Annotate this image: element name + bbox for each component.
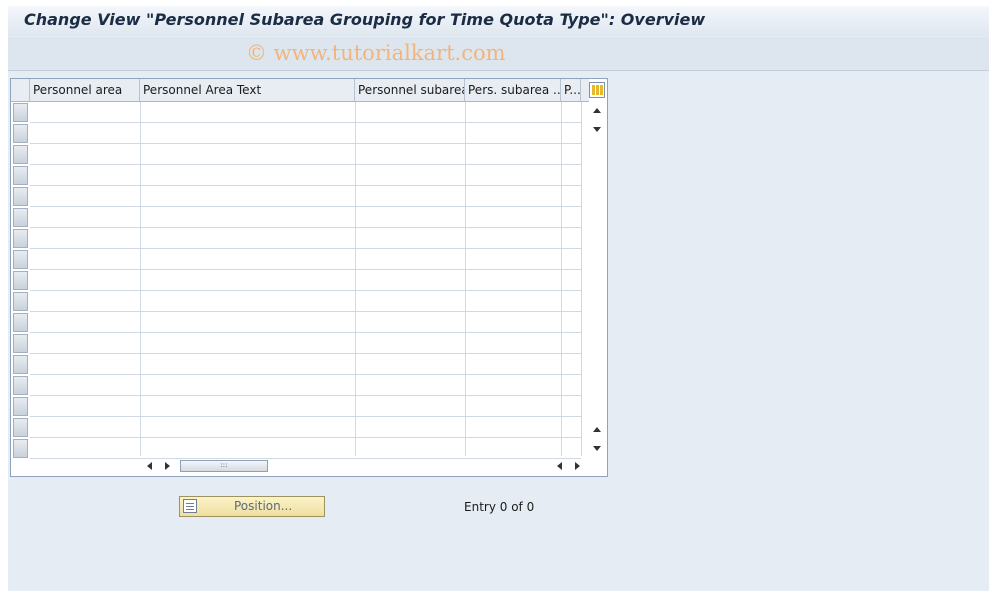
table-control: Personnel area Personnel Area Text Perso… (10, 78, 608, 477)
column-header-personnel-subarea[interactable]: Personnel subarea (355, 79, 465, 101)
row-selector[interactable] (13, 313, 28, 332)
sap-window: Change View "Personnel Subarea Grouping … (8, 6, 989, 591)
row-selector[interactable] (13, 397, 28, 416)
table-row[interactable] (30, 144, 581, 165)
table-row[interactable] (30, 228, 581, 249)
column-header-personnel-area-text[interactable]: Personnel Area Text (140, 79, 355, 101)
table-row[interactable] (30, 375, 581, 396)
column-divider (465, 102, 466, 456)
row-selector[interactable] (13, 124, 28, 143)
scroll-line-down-icon[interactable] (593, 127, 601, 132)
entry-counter: Entry 0 of 0 (464, 500, 535, 514)
scroll-end-right-icon[interactable] (575, 462, 580, 470)
column-header-pers-subarea-grouping[interactable]: Pers. subarea ... (465, 79, 561, 101)
row-selector[interactable] (13, 334, 28, 353)
scroll-end-left-icon[interactable] (557, 462, 562, 470)
row-selector[interactable] (13, 271, 28, 290)
position-icon (183, 499, 197, 513)
horizontal-scrollbar[interactable]: ::: (141, 458, 591, 474)
column-divider (355, 102, 356, 456)
scroll-right-icon[interactable] (165, 462, 170, 470)
table-row[interactable] (30, 312, 581, 333)
table-row[interactable] (30, 186, 581, 207)
scroll-left-icon[interactable] (147, 462, 152, 470)
table-header: Personnel area Personnel Area Text Perso… (11, 79, 589, 102)
row-selector[interactable] (13, 292, 28, 311)
select-all-cell[interactable] (11, 79, 30, 101)
row-selector[interactable] (13, 229, 28, 248)
position-button[interactable]: Position... (179, 496, 325, 517)
table-row[interactable] (30, 438, 581, 459)
watermark-text: © www.tutorialkart.com (246, 41, 506, 65)
table-row[interactable] (30, 396, 581, 417)
horizontal-scroll-thumb[interactable]: ::: (180, 460, 268, 472)
table-row[interactable] (30, 207, 581, 228)
table-row[interactable] (30, 249, 581, 270)
table-row[interactable] (30, 270, 581, 291)
row-selector[interactable] (13, 250, 28, 269)
vertical-scrollbar[interactable] (589, 102, 606, 456)
scroll-page-down-icon[interactable] (593, 446, 601, 451)
table-row[interactable] (30, 291, 581, 312)
row-selector[interactable] (13, 376, 28, 395)
row-selector[interactable] (13, 187, 28, 206)
row-selector[interactable] (13, 208, 28, 227)
scroll-page-up-icon[interactable] (593, 108, 601, 113)
table-row[interactable] (30, 354, 581, 375)
row-selector[interactable] (13, 145, 28, 164)
row-selector[interactable] (13, 439, 28, 458)
page-title: Change View "Personnel Subarea Grouping … (24, 10, 706, 29)
row-selector[interactable] (13, 418, 28, 437)
toolbar-area: © www.tutorialkart.com (8, 37, 989, 71)
table-row[interactable] (30, 102, 581, 123)
table-row[interactable] (30, 165, 581, 186)
row-selector[interactable] (13, 166, 28, 185)
scroll-line-up-icon[interactable] (593, 427, 601, 432)
column-divider (581, 102, 582, 456)
column-header-p[interactable]: P... (561, 79, 581, 101)
column-divider (561, 102, 562, 456)
title-bar: Change View "Personnel Subarea Grouping … (8, 6, 989, 36)
column-divider (140, 102, 141, 456)
table-settings-icon[interactable] (589, 82, 605, 98)
column-header-personnel-area[interactable]: Personnel area (30, 79, 140, 101)
table-row[interactable] (30, 417, 581, 438)
row-selector[interactable] (13, 355, 28, 374)
position-button-label: Position... (234, 499, 293, 513)
table-row[interactable] (30, 123, 581, 144)
table-row[interactable] (30, 333, 581, 354)
row-selector[interactable] (13, 103, 28, 122)
